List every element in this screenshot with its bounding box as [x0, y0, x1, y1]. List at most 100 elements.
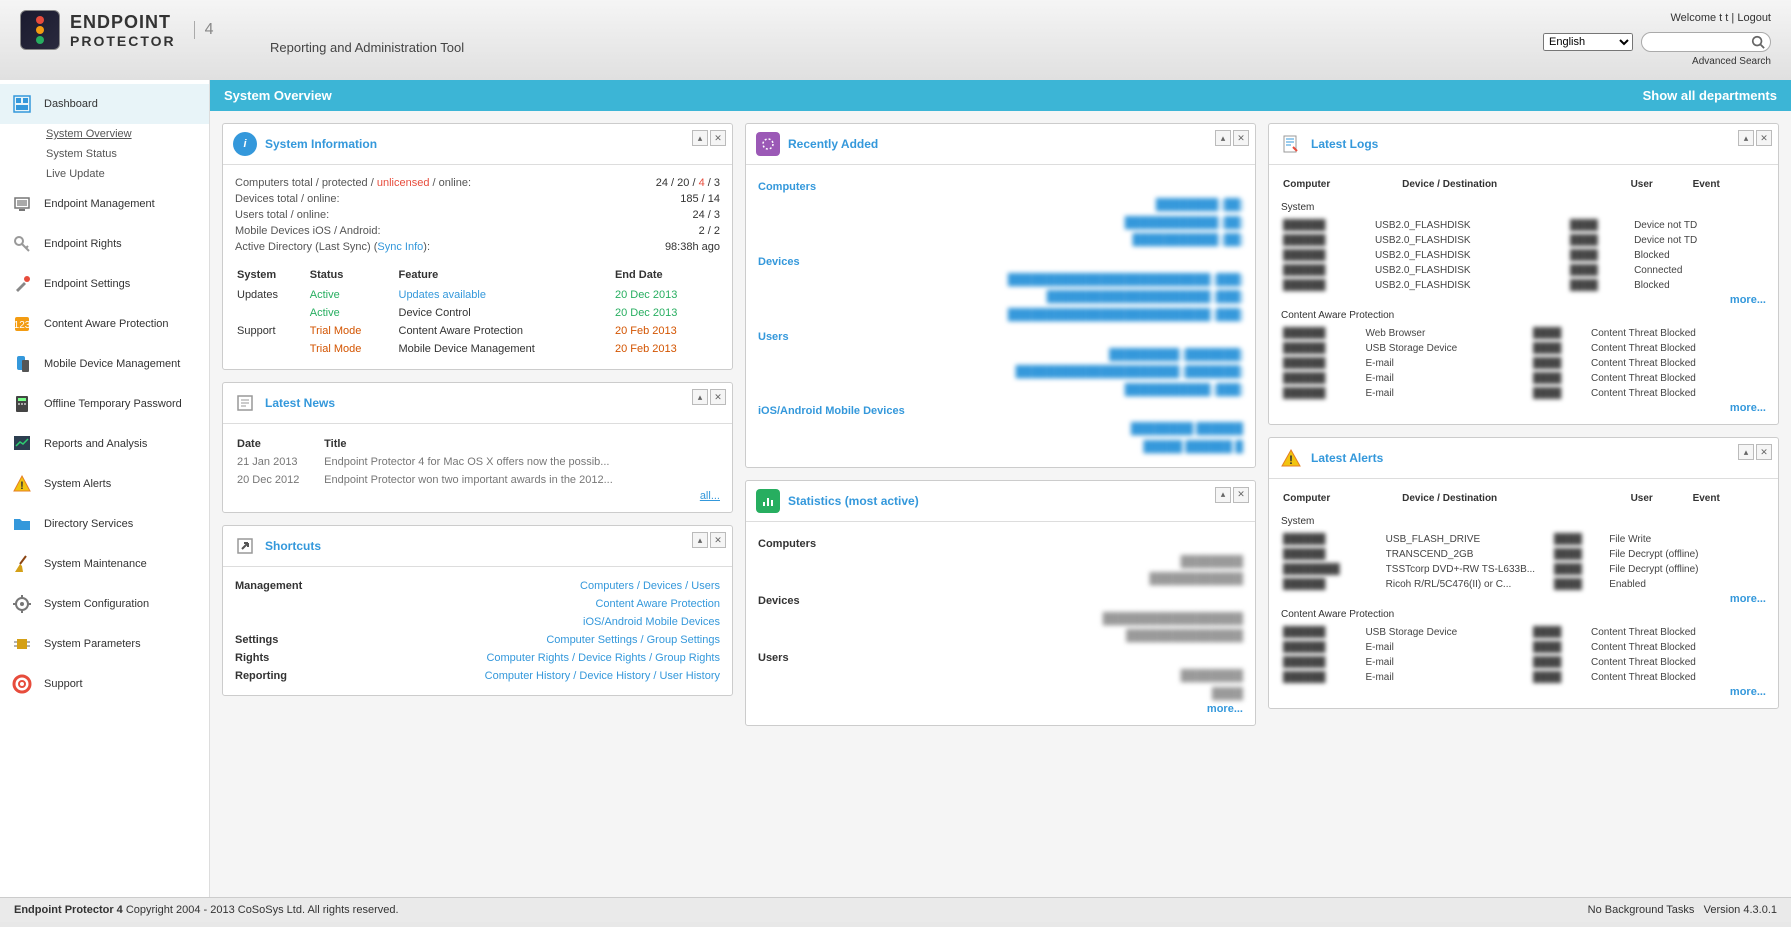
section-computers: Computers	[758, 532, 1243, 554]
chip-icon	[10, 632, 34, 656]
footer: Endpoint Protector 4 Copyright 2004 - 20…	[0, 897, 1791, 922]
sidebar-item-label: Mobile Device Management	[44, 358, 180, 370]
shortcut-link[interactable]: Computers / Devices / Users	[580, 580, 720, 592]
blurred-data: █████████████████████████████████	[758, 611, 1243, 646]
panel-title: Statistics (most active)	[788, 494, 919, 508]
close-button[interactable]: ✕	[710, 130, 726, 146]
more-link[interactable]: more...	[1207, 703, 1243, 715]
sidebar-item-support[interactable]: Support	[0, 664, 209, 704]
blurred-data: █████████ [███████]█████████████████████…	[758, 347, 1243, 400]
shortcuts-panel: Shortcuts ▴✕ ManagementComputers / Devic…	[222, 525, 733, 696]
close-button[interactable]: ✕	[1233, 130, 1249, 146]
sidebar-sub-live-update[interactable]: Live Update	[46, 164, 209, 184]
blurred-data: ████████████	[758, 668, 1243, 703]
sidebar-item-label: Endpoint Management	[44, 198, 155, 210]
section-devices: Devices	[758, 250, 1243, 272]
folder-icon	[10, 512, 34, 536]
sidebar-item-endpoint-rights[interactable]: Endpoint Rights	[0, 224, 209, 264]
app-logo	[20, 10, 60, 50]
news-all-link[interactable]: all...	[700, 490, 720, 502]
collapse-button[interactable]: ▴	[1215, 487, 1231, 503]
gear-icon	[10, 592, 34, 616]
sidebar-item-dashboard[interactable]: Dashboard	[0, 84, 209, 124]
bg-tasks-status: No Background Tasks	[1588, 904, 1695, 916]
content-icon: 123	[10, 312, 34, 336]
sidebar-item-label: System Parameters	[44, 638, 141, 650]
language-select[interactable]: English	[1543, 33, 1633, 51]
panel-title: Latest Logs	[1311, 137, 1378, 151]
statistics-panel: Statistics (most active) ▴✕ Computers ██…	[745, 480, 1256, 727]
sidebar-sub-system-status[interactable]: System Status	[46, 144, 209, 164]
latest-news-panel: Latest News ▴✕ DateTitle 21 Jan 2013Endp…	[222, 382, 733, 513]
sidebar-sub-system-overview[interactable]: System Overview	[46, 124, 209, 144]
sidebar-item-mobile-device[interactable]: Mobile Device Management	[0, 344, 209, 384]
search-icon[interactable]	[1751, 35, 1765, 49]
section-mobile: iOS/Android Mobile Devices	[758, 399, 1243, 421]
more-link[interactable]: more...	[1730, 402, 1766, 414]
sidebar-item-endpoint-management[interactable]: Endpoint Management	[0, 184, 209, 224]
panel-title: Shortcuts	[265, 539, 321, 553]
latest-logs-panel: Latest Logs ▴✕ ComputerDevice / Destinat…	[1268, 123, 1779, 425]
collapse-button[interactable]: ▴	[1738, 444, 1754, 460]
sidebar-item-content-aware[interactable]: 123 Content Aware Protection	[0, 304, 209, 344]
logs-icon	[1279, 132, 1303, 156]
panel-title: System Information	[265, 137, 377, 151]
sidebar-item-reports[interactable]: Reports and Analysis	[0, 424, 209, 464]
tagline: Reporting and Administration Tool	[270, 40, 464, 55]
latest-alerts-panel: ! Latest Alerts ▴✕ ComputerDevice / Dest…	[1268, 437, 1779, 709]
version-badge: 4	[194, 21, 214, 39]
sidebar-item-system-maintenance[interactable]: System Maintenance	[0, 544, 209, 584]
shortcut-link[interactable]: Computer Rights / Device Rights / Group …	[486, 652, 720, 664]
close-button[interactable]: ✕	[1233, 487, 1249, 503]
panel-title: Latest Alerts	[1311, 451, 1383, 465]
sidebar-item-system-configuration[interactable]: System Configuration	[0, 584, 209, 624]
shortcut-link[interactable]: Computer History / Device History / User…	[485, 670, 720, 682]
sidebar: Dashboard System Overview System Status …	[0, 80, 210, 897]
sidebar-item-offline-password[interactable]: Offline Temporary Password	[0, 384, 209, 424]
show-all-departments-link[interactable]: Show all departments	[1643, 88, 1777, 103]
more-link[interactable]: more...	[1730, 686, 1766, 698]
collapse-button[interactable]: ▴	[1738, 130, 1754, 146]
more-link[interactable]: more...	[1730, 294, 1766, 306]
panel-title: Latest News	[265, 396, 335, 410]
sidebar-item-label: Offline Temporary Password	[44, 398, 182, 410]
close-button[interactable]: ✕	[1756, 444, 1772, 460]
section-users: Users	[758, 646, 1243, 668]
recent-icon	[756, 132, 780, 156]
tools-icon	[10, 272, 34, 296]
more-link[interactable]: more...	[1730, 593, 1766, 605]
shortcut-link[interactable]: Content Aware Protection	[595, 598, 720, 610]
close-button[interactable]: ✕	[710, 389, 726, 405]
mobile-icon	[10, 352, 34, 376]
sidebar-item-label: Endpoint Rights	[44, 238, 122, 250]
sidebar-item-system-alerts[interactable]: !System Alerts	[0, 464, 209, 504]
shortcut-link[interactable]: Computer Settings / Group Settings	[546, 634, 720, 646]
collapse-button[interactable]: ▴	[1215, 130, 1231, 146]
advanced-search-link[interactable]: Advanced Search	[1543, 56, 1771, 67]
broom-icon	[10, 552, 34, 576]
recently-added-panel: Recently Added ▴✕ Computers ████████ [██…	[745, 123, 1256, 468]
collapse-button[interactable]: ▴	[692, 130, 708, 146]
sync-info-link[interactable]: Sync Info	[377, 241, 423, 253]
panel-title: Recently Added	[788, 137, 878, 151]
close-button[interactable]: ✕	[710, 532, 726, 548]
news-icon	[233, 391, 257, 415]
key-icon	[10, 232, 34, 256]
stats-icon	[756, 489, 780, 513]
svg-text:123: 123	[14, 320, 31, 331]
sidebar-item-endpoint-settings[interactable]: Endpoint Settings	[0, 264, 209, 304]
lifebuoy-icon	[10, 672, 34, 696]
shortcut-link[interactable]: iOS/Android Mobile Devices	[583, 616, 720, 628]
logout-link[interactable]: Logout	[1737, 12, 1771, 24]
info-icon: i	[233, 132, 257, 156]
dashboard-icon	[10, 92, 34, 116]
collapse-button[interactable]: ▴	[692, 389, 708, 405]
collapse-button[interactable]: ▴	[692, 532, 708, 548]
brand-name-1: ENDPOINT	[70, 12, 176, 33]
close-button[interactable]: ✕	[1756, 130, 1772, 146]
section-devices: Devices	[758, 589, 1243, 611]
sidebar-item-label: Content Aware Protection	[44, 318, 169, 330]
section-users: Users	[758, 325, 1243, 347]
sidebar-item-directory-services[interactable]: Directory Services	[0, 504, 209, 544]
sidebar-item-system-parameters[interactable]: System Parameters	[0, 624, 209, 664]
